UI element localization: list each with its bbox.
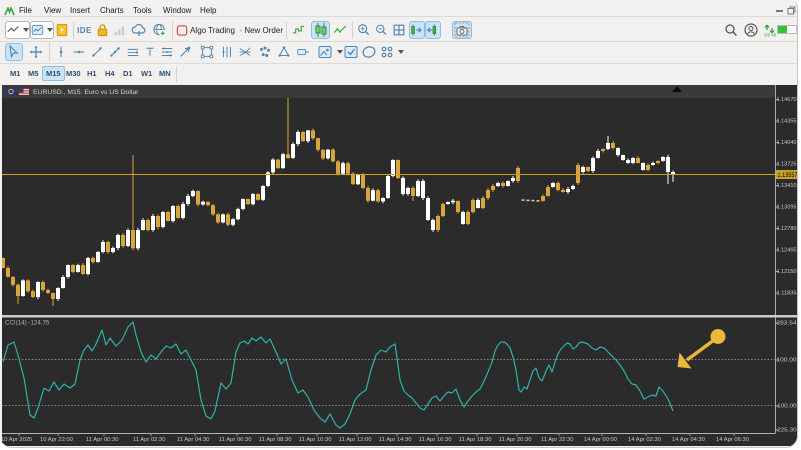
svg-text:-225.30: -225.30: [775, 428, 797, 434]
svg-text:EURUSD., M15: Euro vs US Doll: EURUSD., M15: Euro vs US Dollar: [33, 89, 139, 96]
svg-text:11 Apr 20:30: 11 Apr 20:30: [499, 437, 531, 443]
svg-text:14 Apr 04:30: 14 Apr 04:30: [672, 437, 705, 443]
svg-text:CCI(14) -124.75: CCI(14) -124.75: [5, 320, 50, 327]
svg-text:1.11835: 1.11835: [777, 291, 797, 297]
svg-text:14 Apr 00:00: 14 Apr 00:00: [584, 437, 617, 443]
svg-text:1.12465: 1.12465: [777, 248, 797, 254]
svg-text:14 Apr 02:30: 14 Apr 02:30: [628, 437, 661, 443]
svg-text:3/5 kb: 3/5 kb: [764, 33, 777, 38]
svg-text:-100.00: -100.00: [775, 404, 797, 410]
svg-text:11 Apr 04:30: 11 Apr 04:30: [177, 437, 209, 443]
svg-text:1.14355: 1.14355: [777, 119, 797, 125]
svg-text:1.13410: 1.13410: [777, 183, 797, 189]
svg-text:11 Apr 08:30: 11 Apr 08:30: [259, 437, 291, 443]
svg-text:11 Apr 06:30: 11 Apr 06:30: [219, 437, 251, 443]
svg-text:1.12780: 1.12780: [777, 226, 797, 232]
svg-text:11 Apr 14:30: 11 Apr 14:30: [379, 437, 411, 443]
svg-text:11 Apr 22:30: 11 Apr 22:30: [541, 437, 573, 443]
svg-text:11 Apr 00:30: 11 Apr 00:30: [86, 437, 118, 443]
svg-text:11 Apr 12:00: 11 Apr 12:00: [339, 437, 371, 443]
svg-text:283.54: 283.54: [777, 321, 798, 327]
svg-text:10 Apr 2025: 10 Apr 2025: [2, 437, 32, 443]
svg-text:11 Apr 16:30: 11 Apr 16:30: [419, 437, 451, 443]
svg-text:100.00: 100.00: [777, 358, 797, 364]
svg-text:1.14670: 1.14670: [777, 97, 797, 103]
svg-text:11 Apr 02:30: 11 Apr 02:30: [133, 437, 165, 443]
svg-text:1.14040: 1.14040: [777, 140, 797, 146]
svg-text:11 Apr 10:30: 11 Apr 10:30: [299, 437, 331, 443]
svg-text:1.12150: 1.12150: [777, 269, 797, 275]
svg-text:11 Apr 18:30: 11 Apr 18:30: [459, 437, 491, 443]
svg-text:14 Apr 06:30: 14 Apr 06:30: [716, 437, 749, 443]
svg-text:1.13725: 1.13725: [777, 162, 797, 168]
svg-text:1.13095: 1.13095: [777, 205, 797, 211]
svg-text:10 Apr 22:00: 10 Apr 22:00: [40, 437, 73, 443]
svg-text:1.13557: 1.13557: [778, 173, 798, 179]
